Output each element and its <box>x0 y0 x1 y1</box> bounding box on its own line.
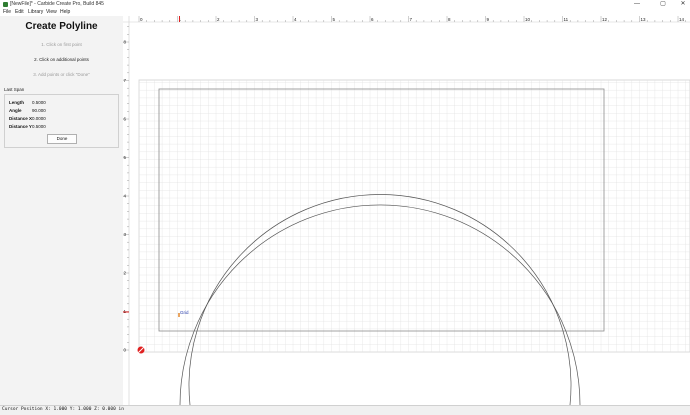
menu-help[interactable]: Help <box>60 9 70 16</box>
design-canvas[interactable]: 01234567891011121314 012345678 Grid <box>123 16 690 406</box>
done-button[interactable]: Done <box>47 134 77 144</box>
origin-icon <box>137 346 145 354</box>
window-title: [NewFile]* - Carbide Create Pro, Build 8… <box>10 1 104 7</box>
top-ruler-label: 12 <box>602 17 608 22</box>
step-1: 1. Click on first point <box>41 42 82 47</box>
canvas-svg[interactable]: 01234567891011121314 012345678 Grid <box>123 16 690 406</box>
inner-arc[interactable] <box>188 194 572 406</box>
distance-y-label: Distance Y <box>9 124 32 129</box>
menu-file[interactable]: File <box>3 9 11 16</box>
stock-rectangle[interactable] <box>158 88 605 332</box>
step-2: 2. Click on additional points <box>34 57 89 62</box>
menu-library[interactable]: Library <box>28 9 43 16</box>
cursor-position: Cursor Position X: 1.000 Y: 1.000 Z: 0.0… <box>2 407 124 412</box>
top-ruler-label: 11 <box>564 17 569 22</box>
menu-edit[interactable]: Edit <box>15 9 24 16</box>
snap-grid-label: Grid <box>180 310 189 315</box>
menu-bar: File Edit Library View Help <box>0 9 690 16</box>
outer-arc[interactable] <box>179 204 581 406</box>
tool-panel: Create Polyline 1. Click on first point … <box>0 16 124 405</box>
top-ruler-label: 14 <box>679 17 685 22</box>
angle-value: 90.000 <box>32 108 46 113</box>
close-button[interactable]: ✕ <box>676 0 690 8</box>
length-label: Length <box>9 100 24 105</box>
distance-x-value: 0.0000 <box>32 116 46 121</box>
top-ruler-label: 10 <box>525 17 531 22</box>
step-3: 3. Add points or click "Done" <box>33 72 90 77</box>
length-value: 0.5000 <box>32 100 46 105</box>
distance-y-value: 0.5000 <box>32 124 46 129</box>
panel-title: Create Polyline <box>25 21 98 32</box>
distance-x-label: Distance X <box>9 116 33 121</box>
maximize-button[interactable]: ▢ <box>656 0 670 8</box>
grid <box>138 80 690 353</box>
last-span-label: Last Span <box>4 87 25 92</box>
ruler-ticks <box>123 16 686 351</box>
angle-label: Angle <box>9 108 22 113</box>
top-ruler-label: 13 <box>641 17 647 22</box>
menu-view[interactable]: View <box>46 9 57 16</box>
title-bar: [NewFile]* - Carbide Create Pro, Build 8… <box>0 0 690 9</box>
minimize-button[interactable]: — <box>630 0 644 8</box>
app-icon <box>3 2 8 7</box>
